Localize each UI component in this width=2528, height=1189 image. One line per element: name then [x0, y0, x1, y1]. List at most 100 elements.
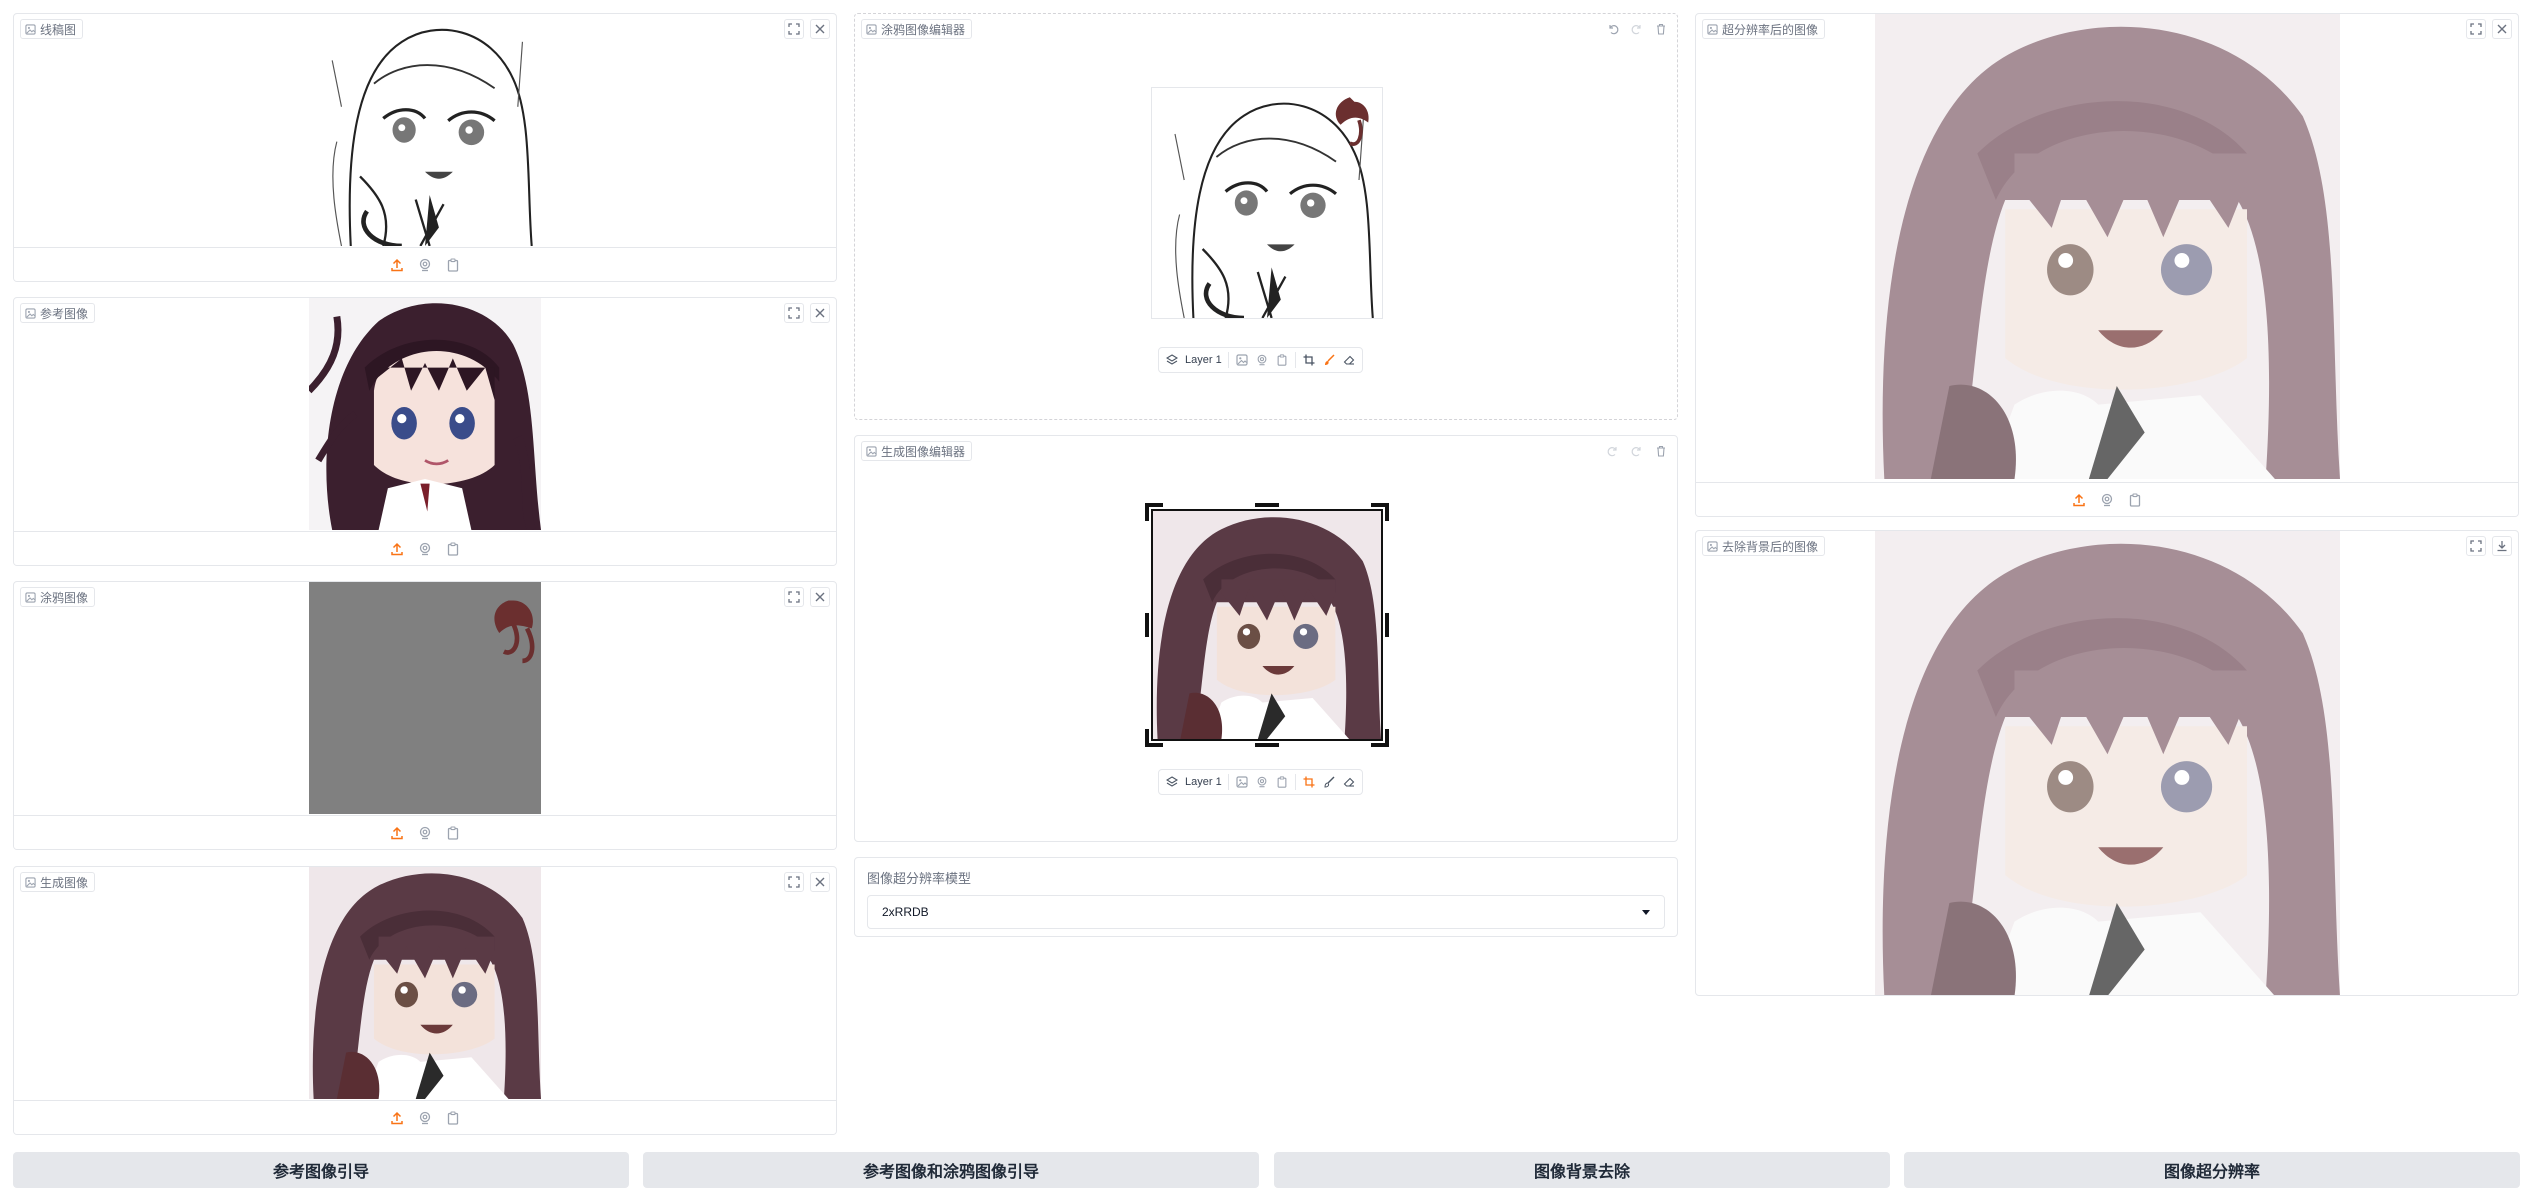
gen-canvas[interactable]	[1151, 509, 1383, 741]
panel-scribble: 涂鸦图像	[13, 581, 837, 850]
clear-button[interactable]	[810, 587, 830, 607]
generated-image	[309, 867, 541, 1099]
superres-image	[1875, 14, 2340, 479]
clear-button[interactable]	[810, 19, 830, 39]
superres-model-value: 2xRRDB	[882, 905, 929, 919]
app-root: 线稿图 参考图像 涂鸦图像 生成图像 涂鸦图像编辑器 Layer 1 生成图像编…	[0, 0, 2528, 1189]
panel-bg-removed: 去除背景后的图像	[1695, 530, 2519, 996]
image-icon	[25, 592, 36, 603]
panel-label-text: 参考图像	[40, 306, 89, 321]
clear-button[interactable]	[2492, 19, 2512, 39]
bg-removed-image	[1875, 531, 2340, 996]
panel-label: 线稿图	[20, 19, 84, 39]
image-icon[interactable]	[1235, 775, 1249, 789]
bg-removal-button[interactable]: 图像背景去除	[1274, 1152, 1890, 1188]
fullscreen-button[interactable]	[784, 587, 804, 607]
panel-label-text: 线稿图	[40, 22, 77, 37]
superres-button[interactable]: 图像超分辨率	[1904, 1152, 2520, 1188]
eraser-icon[interactable]	[1342, 353, 1356, 367]
panel-label-text: 去除背景后的图像	[1722, 539, 1819, 554]
panel-label-text: 生成图像编辑器	[881, 444, 966, 459]
sketch-canvas[interactable]	[1151, 87, 1383, 319]
layers-icon[interactable]	[1165, 775, 1179, 789]
panel-label: 超分辨率后的图像	[1702, 19, 1826, 39]
image-icon	[25, 24, 36, 35]
ref-scribble-guide-button[interactable]: 参考图像和涂鸦图像引导	[643, 1152, 1259, 1188]
image-icon	[866, 446, 877, 457]
webcam-icon[interactable]	[1255, 353, 1269, 367]
fullscreen-button[interactable]	[2466, 536, 2486, 556]
panel-label-text: 生成图像	[40, 875, 89, 890]
layer-label[interactable]: Layer 1	[1185, 776, 1222, 788]
clipboard-icon[interactable]	[445, 541, 461, 557]
clipboard-icon[interactable]	[1275, 353, 1289, 367]
layer-toolbar: Layer 1	[1158, 347, 1363, 373]
image-icon	[1707, 541, 1718, 552]
panel-generated: 生成图像	[13, 866, 837, 1135]
fullscreen-button[interactable]	[784, 303, 804, 323]
panel-label: 去除背景后的图像	[1702, 536, 1826, 556]
image-icon	[25, 308, 36, 319]
panel-label: 涂鸦图像	[20, 587, 96, 607]
clipboard-icon[interactable]	[445, 257, 461, 273]
fullscreen-button[interactable]	[784, 872, 804, 892]
crop-icon[interactable]	[1302, 775, 1316, 789]
delete-button[interactable]	[1651, 19, 1671, 39]
eraser-icon[interactable]	[1342, 775, 1356, 789]
panel-gen-editor: 生成图像编辑器 Layer 1	[854, 435, 1678, 842]
panel-label-text: 涂鸦图像	[40, 590, 89, 605]
lineart-image	[309, 14, 541, 246]
layers-icon[interactable]	[1165, 353, 1179, 367]
panel-label: 生成图像	[20, 872, 96, 892]
webcam-icon[interactable]	[417, 541, 433, 557]
crop-icon[interactable]	[1302, 353, 1316, 367]
chevron-down-icon	[1642, 909, 1650, 915]
webcam-icon[interactable]	[417, 825, 433, 841]
undo-button[interactable]	[1603, 441, 1623, 461]
redo-button[interactable]	[1627, 19, 1647, 39]
reference-image	[309, 298, 541, 530]
upload-icon[interactable]	[389, 825, 405, 841]
image-icon	[25, 877, 36, 888]
panel-reference: 参考图像	[13, 297, 837, 566]
panel-sketch-editor: 涂鸦图像编辑器 Layer 1	[854, 13, 1678, 420]
delete-button[interactable]	[1651, 441, 1671, 461]
clipboard-icon[interactable]	[445, 1110, 461, 1126]
superres-model-select[interactable]: 2xRRDB	[867, 895, 1665, 929]
webcam-icon[interactable]	[2099, 492, 2115, 508]
fullscreen-button[interactable]	[784, 19, 804, 39]
webcam-icon[interactable]	[417, 1110, 433, 1126]
undo-button[interactable]	[1603, 19, 1623, 39]
layer-toolbar: Layer 1	[1158, 769, 1363, 795]
upload-icon[interactable]	[389, 541, 405, 557]
download-button[interactable]	[2492, 536, 2512, 556]
fullscreen-button[interactable]	[2466, 19, 2486, 39]
panel-superres-result: 超分辨率后的图像	[1695, 13, 2519, 517]
layer-label[interactable]: Layer 1	[1185, 354, 1222, 366]
image-icon	[866, 24, 877, 35]
brush-icon[interactable]	[1322, 775, 1336, 789]
panel-label: 涂鸦图像编辑器	[861, 19, 973, 39]
superres-model-label: 图像超分辨率模型	[867, 871, 972, 886]
panel-label-text: 超分辨率后的图像	[1722, 22, 1819, 37]
clear-button[interactable]	[810, 303, 830, 323]
redo-button[interactable]	[1627, 441, 1647, 461]
panel-label: 参考图像	[20, 303, 96, 323]
webcam-icon[interactable]	[417, 257, 433, 273]
panel-lineart: 线稿图	[13, 13, 837, 282]
upload-icon[interactable]	[2071, 492, 2087, 508]
image-icon	[1707, 24, 1718, 35]
image-icon[interactable]	[1235, 353, 1249, 367]
panel-label-text: 涂鸦图像编辑器	[881, 22, 966, 37]
upload-icon[interactable]	[389, 257, 405, 273]
scribble-image	[309, 582, 541, 814]
clipboard-icon[interactable]	[2127, 492, 2143, 508]
upload-icon[interactable]	[389, 1110, 405, 1126]
clipboard-icon[interactable]	[445, 825, 461, 841]
brush-icon[interactable]	[1322, 353, 1336, 367]
superres-model-panel: 图像超分辨率模型 2xRRDB	[854, 857, 1678, 937]
webcam-icon[interactable]	[1255, 775, 1269, 789]
clipboard-icon[interactable]	[1275, 775, 1289, 789]
ref-guide-button[interactable]: 参考图像引导	[13, 1152, 629, 1188]
clear-button[interactable]	[810, 872, 830, 892]
